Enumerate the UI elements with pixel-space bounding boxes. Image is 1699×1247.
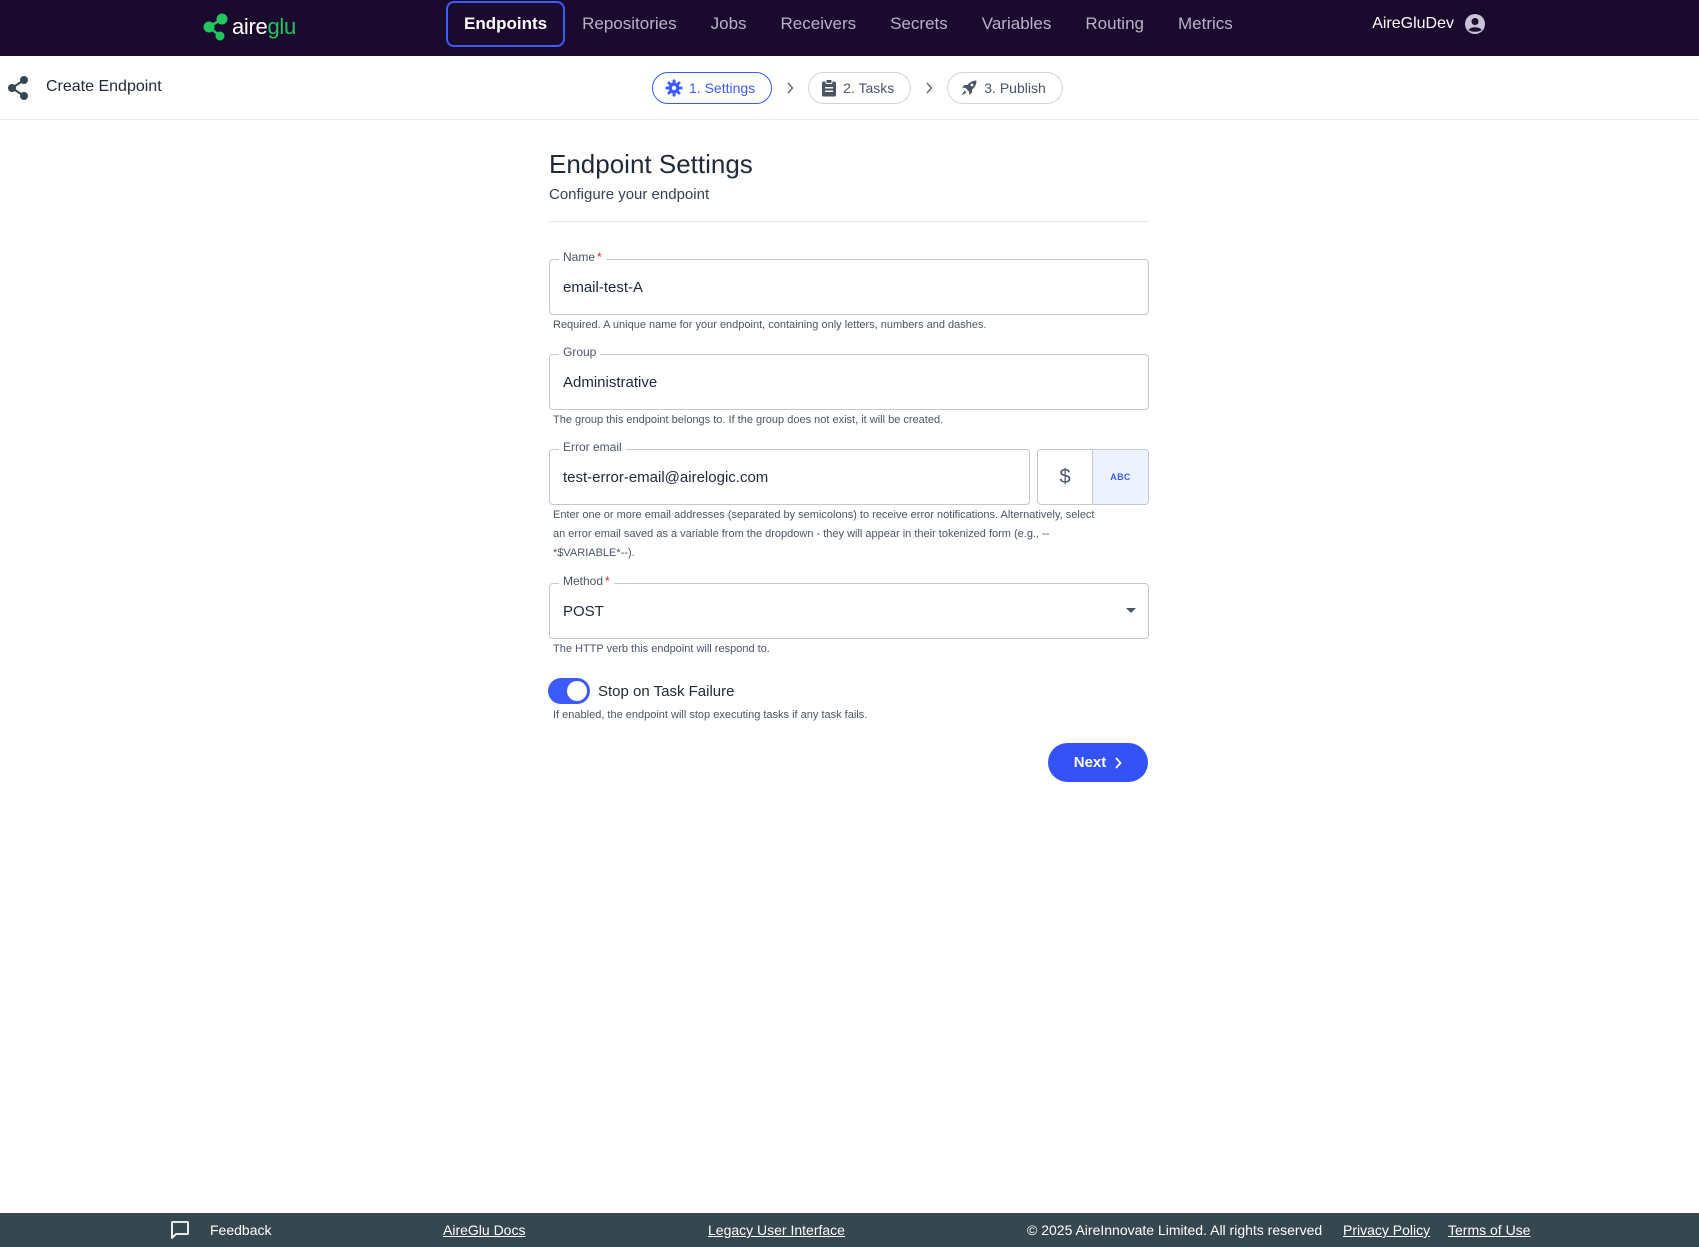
page-header: Create Endpoint 1. Settings 2. Tasks 3. … xyxy=(0,56,1699,120)
dropdown-arrow-icon xyxy=(1126,608,1136,613)
stop-on-failure-helper-text: If enabled, the endpoint will stop execu… xyxy=(553,709,868,721)
variable-mode-button[interactable]: $ xyxy=(1038,450,1094,504)
copyright-text: © 2025 AireInnovate Limited. All rights … xyxy=(1027,1222,1323,1238)
page-title: Create Endpoint xyxy=(46,78,162,95)
feedback-label: Feedback xyxy=(210,1222,272,1238)
clipboard-icon xyxy=(822,79,837,97)
chevron-right-icon xyxy=(1115,756,1122,769)
error-email-field[interactable]: Error email test-error-email@airelogic.c… xyxy=(549,440,1030,505)
nav-item-variables[interactable]: Variables xyxy=(965,1,1069,47)
feedback-link[interactable]: Feedback xyxy=(170,1213,271,1247)
user-menu[interactable]: AireGluDev xyxy=(1372,12,1486,36)
endpoint-settings-form: Endpoint Settings Configure your endpoin… xyxy=(549,146,1149,222)
next-button[interactable]: Next xyxy=(1048,743,1148,782)
step-settings[interactable]: 1. Settings xyxy=(652,72,773,104)
name-field[interactable]: Name * email-test-A xyxy=(549,250,1149,315)
chevron-right-icon xyxy=(911,82,947,94)
privacy-policy-link[interactable]: Privacy Policy xyxy=(1343,1222,1430,1238)
name-helper-text: Required. A unique name for your endpoin… xyxy=(553,319,987,331)
method-selected-value: POST xyxy=(563,602,604,620)
form-divider xyxy=(549,221,1149,222)
step-tasks[interactable]: 2. Tasks xyxy=(808,72,912,104)
nav-item-routing[interactable]: Routing xyxy=(1068,1,1161,47)
method-helper-text: The HTTP verb this endpoint will respond… xyxy=(553,643,770,655)
error-email-helper-text: Enter one or more email addresses (separ… xyxy=(553,509,1095,559)
legacy-ui-link[interactable]: Legacy User Interface xyxy=(708,1222,845,1238)
step-settings-label: 1. Settings xyxy=(689,80,756,96)
footer: Feedback AireGlu Docs Legacy User Interf… xyxy=(0,1213,1699,1247)
stop-on-failure-label: Stop on Task Failure xyxy=(598,682,735,700)
stop-on-failure-setting: Stop on Task Failure xyxy=(548,677,734,705)
error-email-mode-toggle: $ ABC xyxy=(1037,449,1149,505)
form-subtitle: Configure your endpoint xyxy=(549,186,710,203)
account-circle-icon xyxy=(1465,14,1485,34)
aireglu-logo[interactable]: aireglu xyxy=(202,8,296,46)
step-tasks-label: 2. Tasks xyxy=(843,80,895,96)
form-title: Endpoint Settings xyxy=(549,149,753,179)
rocket-icon xyxy=(961,80,977,96)
group-helper-text: The group this endpoint belongs to. If t… xyxy=(553,414,944,426)
stop-on-failure-toggle[interactable] xyxy=(548,678,590,704)
aireglu-docs-link[interactable]: AireGlu Docs xyxy=(443,1222,525,1238)
nav-item-endpoints[interactable]: Endpoints xyxy=(446,1,566,47)
step-publish[interactable]: 3. Publish xyxy=(947,72,1063,104)
logo-wordmark: aireglu xyxy=(232,14,296,39)
terms-of-use-link[interactable]: Terms of Use xyxy=(1448,1222,1530,1238)
gear-icon xyxy=(665,79,683,97)
text-mode-button[interactable]: ABC xyxy=(1093,450,1148,504)
nav-item-receivers[interactable]: Receivers xyxy=(764,1,874,47)
group-input[interactable]: Administrative xyxy=(563,355,657,409)
chevron-right-icon xyxy=(772,82,808,94)
group-field[interactable]: Group Administrative xyxy=(549,345,1149,410)
error-email-input[interactable]: test-error-email@airelogic.com xyxy=(563,450,768,504)
toggle-knob xyxy=(567,681,587,701)
share-icon xyxy=(8,76,28,100)
step-publish-label: 3. Publish xyxy=(984,80,1046,96)
molecule-logo-icon xyxy=(203,13,228,41)
method-select[interactable]: Method * POST xyxy=(549,574,1149,639)
nav-item-metrics[interactable]: Metrics xyxy=(1161,1,1250,47)
user-name: AireGluDev xyxy=(1372,15,1454,32)
name-input[interactable]: email-test-A xyxy=(563,260,643,314)
top-navigation-bar: aireglu Endpoints Repositories Jobs Rece… xyxy=(0,0,1699,56)
wizard-stepper: 1. Settings 2. Tasks 3. Publish xyxy=(652,72,1063,104)
nav-item-jobs[interactable]: Jobs xyxy=(694,1,764,47)
chat-bubble-icon xyxy=(171,1221,189,1239)
next-button-label: Next xyxy=(1073,754,1107,771)
main-nav: Endpoints Repositories Jobs Receivers Se… xyxy=(446,1,1250,47)
nav-item-repositories[interactable]: Repositories xyxy=(565,1,694,47)
nav-item-secrets[interactable]: Secrets xyxy=(873,1,965,47)
